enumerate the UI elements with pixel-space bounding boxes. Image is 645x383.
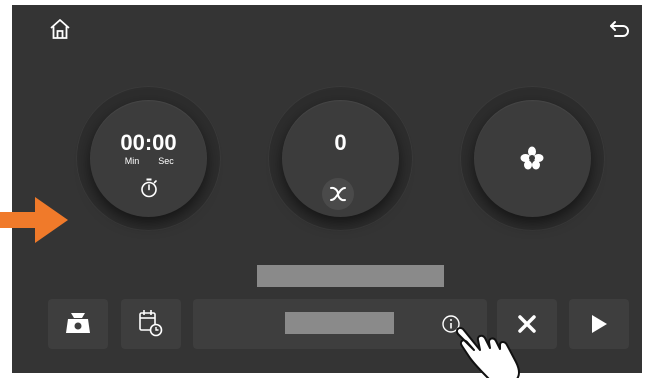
program-name-placeholder	[285, 312, 394, 334]
hand-pointer-icon	[450, 322, 545, 381]
schedule-button[interactable]	[121, 299, 181, 349]
fan-speed-value: 0	[334, 130, 347, 155]
fan-icon-badge	[322, 178, 354, 210]
timer-sec-label: Sec	[158, 156, 174, 166]
back-arrow-icon	[610, 21, 629, 37]
calendar-clock-icon	[139, 310, 163, 337]
stopwatch-icon	[140, 178, 158, 198]
fan-icon	[330, 186, 346, 202]
scale-icon	[66, 313, 90, 333]
home-button[interactable]	[48, 17, 72, 41]
program-name-field[interactable]	[193, 299, 487, 349]
timer-min-label: Min	[124, 156, 140, 166]
play-icon	[592, 315, 607, 333]
start-button[interactable]	[569, 299, 629, 349]
flower-icon	[519, 145, 545, 171]
timer-value: 00:00	[120, 130, 177, 155]
weight-button[interactable]	[48, 299, 108, 349]
timer-dial-face	[90, 100, 207, 217]
home-icon	[50, 19, 70, 39]
status-text-placeholder	[257, 265, 444, 287]
right-arrow-indicator	[0, 197, 68, 243]
back-button[interactable]	[609, 19, 631, 39]
